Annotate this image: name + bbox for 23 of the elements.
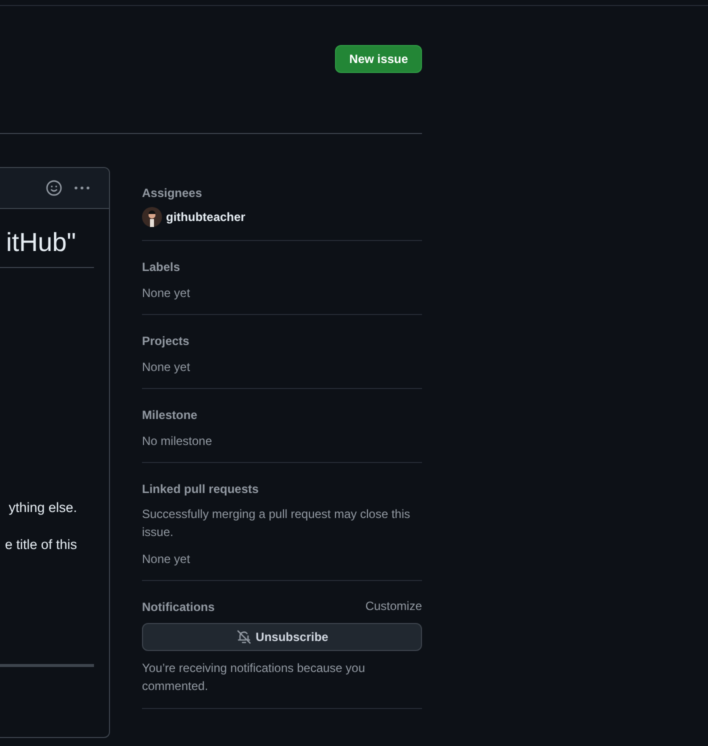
bell-slash-icon	[236, 629, 252, 645]
customize-link[interactable]: Customize	[365, 599, 422, 615]
section-heading: Milestone	[142, 407, 198, 423]
smiley-icon[interactable]	[46, 180, 62, 196]
issue-title: itHub"	[6, 226, 77, 259]
section-value: None yet	[142, 551, 192, 567]
unsubscribe-button[interactable]: Unsubscribe	[142, 623, 422, 651]
section-value: None yet	[142, 285, 192, 301]
more-icon[interactable]	[74, 186, 90, 190]
section-note: Successfully merging a pull request may close this issue.	[142, 506, 412, 541]
section-heading: Assignees	[142, 185, 204, 201]
section-value: No milestone	[142, 433, 214, 449]
avatar	[142, 207, 162, 227]
new-issue-button[interactable]: New issue	[335, 45, 422, 73]
body-text: ything else.	[8, 499, 78, 517]
body-text: e title of this	[4, 536, 78, 554]
section-heading: Projects	[142, 333, 190, 349]
assignee-link[interactable]: githubteacher	[166, 210, 246, 224]
notification-note: You’re receiving notifications because you commented.	[142, 660, 366, 695]
section-heading: Labels	[142, 259, 182, 275]
section-heading: Linked pull requests	[142, 481, 260, 497]
section-value: None yet	[142, 359, 192, 375]
section-heading: Notifications	[142, 599, 215, 615]
